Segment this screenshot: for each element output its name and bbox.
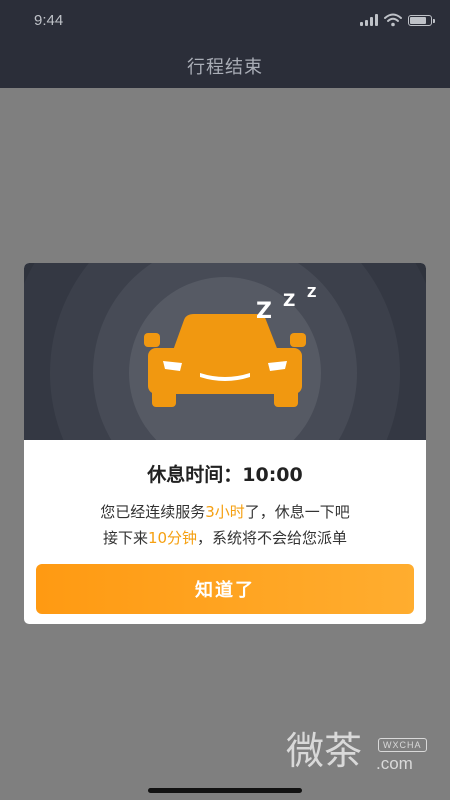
watermark-domain: .com [376, 754, 413, 773]
watermark: 微茶 WXCHA .com [286, 728, 436, 778]
status-icons [360, 13, 435, 27]
message-text: 接下来 [102, 529, 148, 547]
service-duration-message: 您已经连续服务3小时了，休息一下吧 [24, 501, 426, 522]
watermark-logo: 微茶 [286, 729, 363, 773]
sleep-z-letter: Z [256, 299, 272, 324]
message-text: 您已经连续服务 [100, 503, 206, 521]
rest-reminder-dialog: ZZZ 休息时间：10:00 您已经连续服务3小时了，休息一下吧 接下来10分钟… [24, 263, 426, 624]
page-title: 行程结束 [187, 57, 263, 78]
cellular-signal-icon [360, 14, 378, 26]
wifi-icon [384, 13, 402, 27]
header-bar: 9:44 行程结束 [0, 0, 450, 88]
service-hours-highlight: 3小时 [205, 503, 245, 521]
sleeping-car-icon [24, 263, 426, 440]
battery-level [410, 16, 426, 24]
status-time: 9:44 [34, 12, 64, 29]
illustration-panel: ZZZ [24, 263, 426, 440]
no-dispatch-message: 接下来10分钟，系统将不会给您派单 [24, 527, 426, 548]
sleep-z-letter: Z [307, 286, 317, 301]
message-text: ，系统将不会给您派单 [197, 529, 348, 547]
watermark-tag: WXCHA [378, 738, 427, 752]
sleep-z-letter: Z [283, 291, 296, 311]
message-text: 了，休息一下吧 [244, 503, 350, 521]
home-indicator[interactable] [148, 788, 302, 793]
got-it-button[interactable]: 知道了 [36, 564, 414, 614]
battery-icon [408, 14, 435, 26]
rest-minutes-highlight: 10分钟 [147, 529, 198, 547]
rest-time-heading: 休息时间：10:00 [147, 464, 303, 486]
